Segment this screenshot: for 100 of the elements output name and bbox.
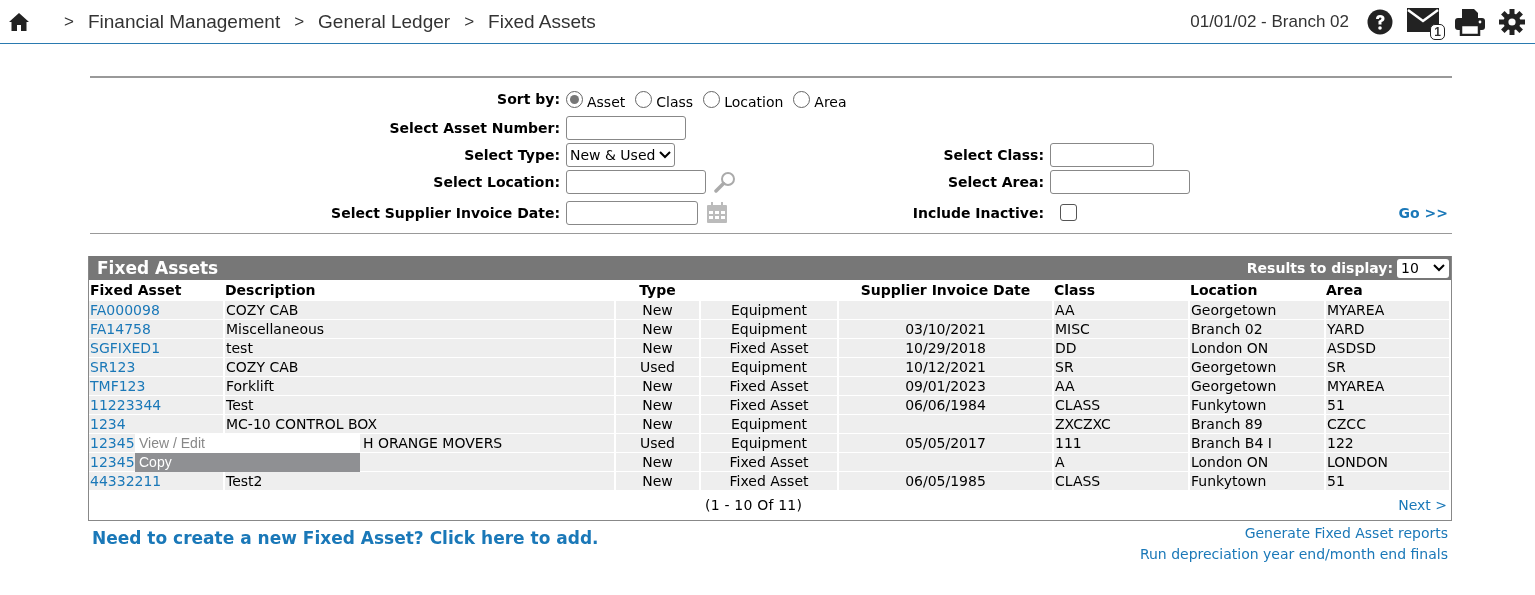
table-cell: CLASS (1053, 395, 1189, 415)
table-cell: Used (615, 433, 700, 453)
report-link[interactable]: Generate Fixed Asset reports (1244, 525, 1448, 541)
table-cell: 51 (1325, 395, 1450, 415)
table-cell: Funkytown (1189, 471, 1325, 490)
table-cell: LONDON (1325, 452, 1450, 472)
breadcrumb-link[interactable]: General Ledger (318, 10, 451, 33)
field-label: Select Asset Number: (388, 119, 560, 136)
table-cell: Equipment (700, 319, 838, 339)
table-cell: Equipment (700, 414, 838, 434)
table-cell: 51 (1325, 471, 1450, 490)
table-cell: 111 (1053, 433, 1189, 453)
table-cell: Miscellaneous (224, 319, 615, 339)
table-cell: ASDSD (1325, 338, 1450, 358)
table-cell: MC-10 CONTROL BOX (224, 414, 615, 434)
table-cell: MISC (1053, 319, 1189, 339)
table-cell: A (1053, 452, 1189, 472)
column-header: Supplier Invoice Date (859, 281, 1032, 300)
table-cell: Equipment (700, 433, 838, 453)
asset-link[interactable]: 12345 (90, 434, 135, 451)
table-cell: Forklift (224, 376, 615, 396)
next-page-link[interactable]: Next > (1398, 497, 1447, 513)
breadcrumb-separator: > (464, 11, 475, 32)
settings-icon[interactable] (1499, 8, 1525, 35)
go-link[interactable]: Go >> (1398, 204, 1448, 221)
field-label: Select Location: (432, 173, 560, 190)
asset-link[interactable]: 12345 (90, 453, 135, 470)
table-cell: AA (1053, 376, 1189, 396)
table-cell: CZCC (1325, 414, 1450, 434)
table-cell: 05/05/2017 (838, 433, 1053, 453)
table-cell: 06/05/1985 (838, 471, 1053, 490)
table-cell: New (615, 319, 700, 339)
input-field[interactable] (566, 115, 686, 140)
message-count-badge: 1 (1430, 23, 1445, 40)
table-cell: SR (1325, 357, 1450, 377)
table-cell: YARD (1325, 319, 1450, 339)
date-field[interactable] (566, 200, 698, 225)
add-asset-link[interactable]: Need to create a new Fixed Asset? Click here to add. (92, 528, 599, 562)
table-cell: Branch B4 I (1189, 433, 1325, 453)
table-cell: Fixed Asset (700, 471, 838, 490)
home-icon[interactable] (8, 11, 30, 32)
table-cell: 03/10/2021 (838, 319, 1053, 339)
table-cell: Equipment (700, 357, 838, 377)
field-label: Select Class: (942, 146, 1044, 163)
table-cell: Fixed Asset (700, 452, 838, 472)
search-icon[interactable] (714, 170, 738, 193)
input-field[interactable] (1050, 142, 1154, 167)
input-field[interactable] (1050, 169, 1190, 194)
breadcrumb-separator: > (64, 11, 74, 32)
table-cell: 10/29/2018 (838, 338, 1053, 358)
table-cell: 06/06/1984 (838, 395, 1053, 415)
results-dropdown[interactable]: 10 (1397, 258, 1449, 278)
breadcrumb-link[interactable]: Financial Management (87, 10, 281, 33)
table-cell: Branch 02 (1189, 319, 1325, 339)
column-header: Location (1189, 281, 1259, 300)
breadcrumb-link[interactable]: Fixed Assets (488, 10, 596, 33)
table-cell: MYAREA (1325, 300, 1450, 320)
table-cell: New (615, 395, 700, 415)
field-label: Select Supplier Invoice Date: (330, 204, 560, 221)
type-dropdown[interactable]: New & Used (566, 142, 676, 167)
table-cell: AA (1053, 300, 1189, 320)
table-cell: Georgetown (1189, 376, 1325, 396)
table-cell: Test2 (224, 471, 615, 490)
breadcrumb-separator: > (294, 11, 305, 32)
table-cell: New (615, 471, 700, 490)
table-cell: Georgetown (1189, 300, 1325, 320)
pagination-info: (1 - 10 Of 11) (705, 497, 803, 513)
table-cell: SR (1053, 357, 1189, 377)
chevron-down-icon (659, 150, 672, 159)
table-cell: COZY CAB (224, 300, 615, 320)
table-cell: Fixed Asset (700, 395, 838, 415)
chevron-down-icon (1433, 264, 1445, 272)
radio-label: Location (724, 93, 784, 110)
table-cell: Georgetown (1189, 357, 1325, 377)
table-cell: MYAREA (1325, 376, 1450, 396)
table-title: Fixed Assets (97, 258, 219, 278)
table-cell: 122 (1325, 433, 1450, 453)
table-cell: New (615, 338, 700, 358)
column-header: Type (638, 281, 677, 300)
table-cell: Equipment (700, 300, 838, 320)
printer-icon[interactable] (1455, 7, 1485, 36)
column-header: Area (1325, 281, 1364, 300)
table-cell: New (615, 414, 700, 434)
results-label: Results to display: (1246, 260, 1393, 276)
report-link[interactable]: Run depreciation year end/month end finals (1139, 546, 1448, 562)
table-cell: COZY CAB (224, 357, 615, 377)
table-cell: Branch 89 (1189, 414, 1325, 434)
field-label: Sort by: (496, 91, 560, 107)
table-cell: New (615, 376, 700, 396)
field-label: Include Inactive: (911, 204, 1044, 221)
table-cell: 09/01/2023 (838, 376, 1053, 396)
help-icon[interactable] (1367, 8, 1393, 35)
checkbox[interactable] (1060, 204, 1077, 221)
table-cell: London ON (1189, 338, 1325, 358)
table-cell: ZXCZXC (1053, 414, 1189, 434)
input-field[interactable] (566, 169, 706, 194)
table-cell: Test (224, 395, 615, 415)
table-cell: New (615, 452, 700, 472)
radio-label: Area (814, 93, 847, 110)
column-header: Description (224, 281, 317, 300)
